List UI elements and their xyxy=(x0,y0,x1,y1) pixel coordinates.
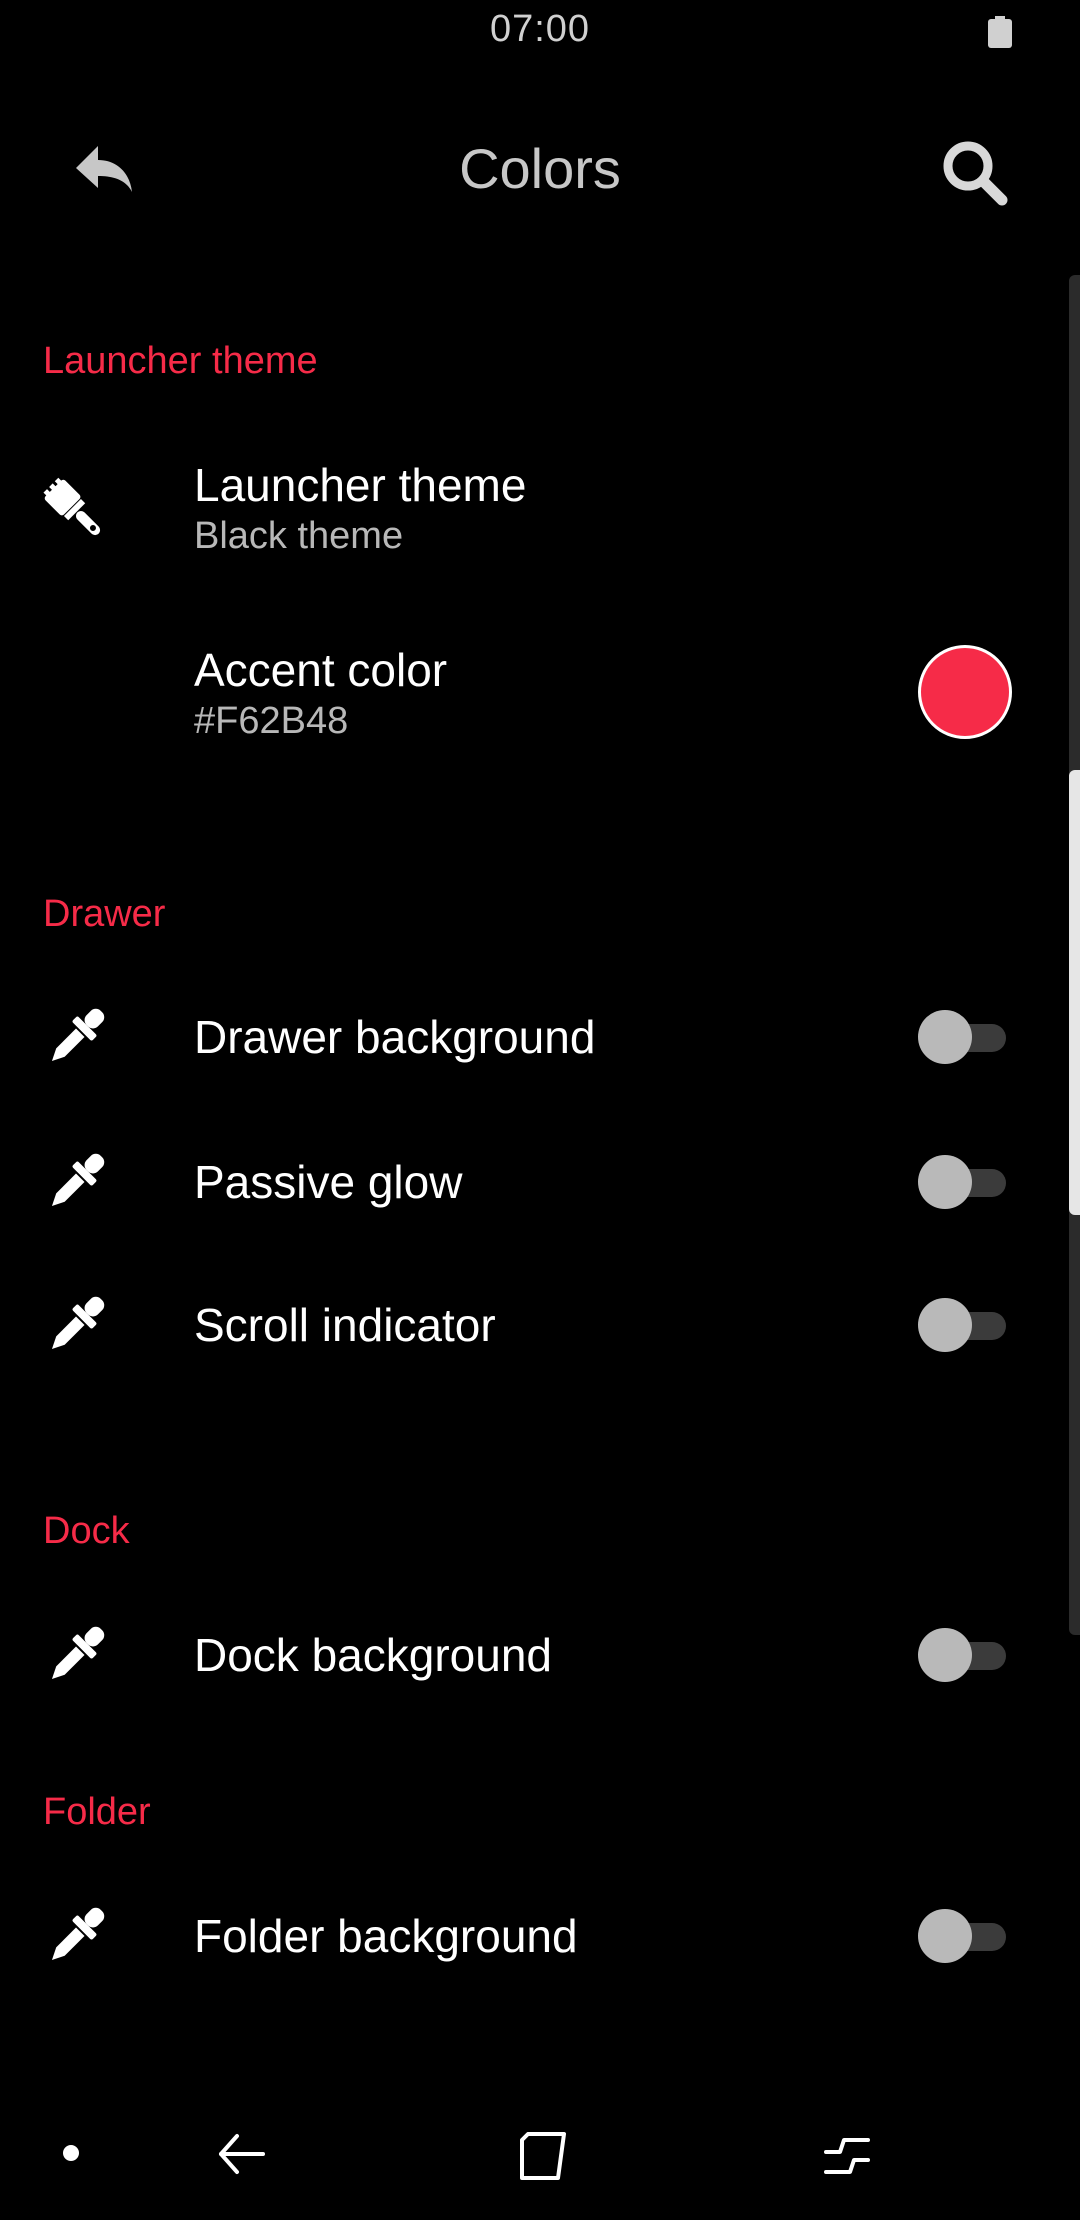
section-header-drawer: Drawer xyxy=(43,893,166,935)
navigation-bar xyxy=(0,2090,1080,2220)
drawer-background-title: Drawer background xyxy=(194,1011,596,1063)
recents-icon[interactable] xyxy=(822,2130,872,2182)
eyedropper-icon xyxy=(51,1008,105,1062)
dot-icon xyxy=(63,2145,79,2161)
status-time: 07:00 xyxy=(489,8,591,50)
scroll-indicator-title: Scroll indicator xyxy=(194,1299,496,1351)
back-arrow-icon[interactable] xyxy=(215,2128,270,2183)
home-square-icon[interactable] xyxy=(518,2130,568,2182)
accent-color-row[interactable]: Accent color #F62B48 xyxy=(0,625,1068,775)
launcher-theme-row[interactable]: Launcher theme Black theme xyxy=(0,440,1068,590)
toggle-knob xyxy=(918,1010,972,1064)
toggle-knob xyxy=(918,1909,972,1963)
drawer-background-row[interactable]: Drawer background xyxy=(0,965,1068,1110)
screen: 07:00 Colors Launcher theme Launcher the… xyxy=(0,0,1080,2220)
dock-background-title: Dock background xyxy=(194,1629,552,1681)
passive-glow-title: Passive glow xyxy=(194,1156,463,1208)
app-bar: Colors xyxy=(0,110,1080,230)
folder-background-title: Folder background xyxy=(194,1910,578,1962)
scroll-indicator-toggle[interactable] xyxy=(918,1298,1008,1352)
passive-glow-toggle[interactable] xyxy=(918,1155,1008,1209)
toggle-knob xyxy=(918,1298,972,1352)
search-icon[interactable] xyxy=(940,138,1010,208)
accent-color-swatch[interactable] xyxy=(918,645,1012,739)
launcher-theme-subtitle: Black theme xyxy=(194,515,404,557)
section-header-launcher-theme: Launcher theme xyxy=(43,340,318,382)
passive-glow-row[interactable]: Passive glow xyxy=(0,1110,1068,1255)
toggle-knob xyxy=(918,1628,972,1682)
section-header-folder: Folder xyxy=(43,1791,151,1833)
page-title: Colors xyxy=(459,137,621,200)
eyedropper-icon xyxy=(51,1153,105,1207)
drawer-background-toggle[interactable] xyxy=(918,1010,1008,1064)
launcher-theme-title: Launcher theme xyxy=(194,459,527,511)
folder-background-toggle[interactable] xyxy=(918,1909,1008,1963)
paintbrush-icon xyxy=(43,477,101,536)
toggle-knob xyxy=(918,1155,972,1209)
folder-background-row[interactable]: Folder background xyxy=(0,1864,1068,2009)
eyedropper-icon xyxy=(51,1296,105,1350)
eyedropper-icon xyxy=(51,1626,105,1680)
battery-icon xyxy=(988,16,1012,48)
section-header-dock: Dock xyxy=(43,1510,130,1552)
dock-background-toggle[interactable] xyxy=(918,1628,1008,1682)
accent-color-title: Accent color xyxy=(194,644,448,696)
scroll-indicator-row[interactable]: Scroll indicator xyxy=(0,1253,1068,1398)
status-bar: 07:00 xyxy=(0,0,1080,64)
scroll-thumb[interactable] xyxy=(1069,770,1080,1215)
accent-color-value: #F62B48 xyxy=(194,700,349,742)
dock-background-row[interactable]: Dock background xyxy=(0,1583,1068,1728)
eyedropper-icon xyxy=(51,1907,105,1961)
